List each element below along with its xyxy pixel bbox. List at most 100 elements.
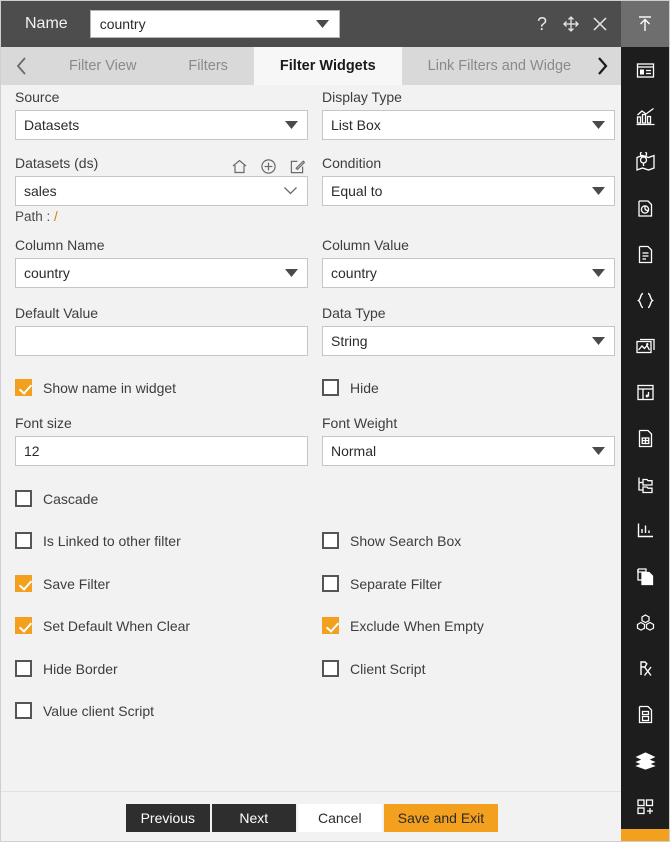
default-value-input[interactable] (15, 326, 308, 356)
prescription-icon[interactable] (621, 645, 669, 691)
field-font-weight: Font Weight Normal (322, 415, 615, 466)
checkbox-box[interactable] (322, 379, 339, 396)
data-type-value: String (323, 333, 368, 349)
checkbox-show-name-in-widget[interactable]: Show name in widget (15, 379, 176, 396)
checkbox-set-default-when-clear[interactable]: Set Default When Clear (15, 617, 190, 634)
display-type-value: List Box (323, 117, 381, 133)
field-condition: Condition Equal to (322, 155, 615, 206)
tab-scroll-left-button[interactable] (1, 47, 43, 85)
checkbox-label: Value client Script (43, 703, 154, 719)
checkbox-box[interactable] (322, 660, 339, 677)
checkbox-box[interactable] (322, 617, 339, 634)
close-icon[interactable] (591, 15, 609, 33)
previous-button[interactable]: Previous (126, 804, 210, 832)
checkbox-label: Cascade (43, 491, 98, 507)
checkbox-box[interactable] (15, 702, 32, 719)
checkbox-hide-border[interactable]: Hide Border (15, 660, 118, 677)
font-weight-value: Normal (323, 443, 376, 459)
checkbox-exclude-when-empty[interactable]: Exclude When Empty (322, 617, 484, 634)
checkbox-client-script[interactable]: Client Script (322, 660, 425, 677)
cancel-button[interactable]: Cancel (298, 804, 382, 832)
path-label: Path : (15, 209, 50, 224)
copy-page-icon[interactable] (621, 553, 669, 599)
chart-analytics-icon[interactable] (621, 93, 669, 139)
document-data-icon[interactable] (621, 415, 669, 461)
column-value-value: country (323, 265, 377, 281)
checkbox-show-search-box[interactable]: Show Search Box (322, 532, 461, 549)
cubes-icon[interactable] (621, 599, 669, 645)
tree-folder-icon[interactable] (621, 461, 669, 507)
column-name-label: Column Name (15, 237, 308, 253)
display-type-select[interactable]: List Box (322, 110, 615, 140)
right-toolbar (621, 1, 669, 842)
add-widget-icon[interactable] (621, 783, 669, 829)
code-braces-icon[interactable] (621, 277, 669, 323)
report-pie-icon[interactable] (621, 185, 669, 231)
data-type-select[interactable]: String (322, 326, 615, 356)
tab-filters[interactable]: Filters (162, 47, 253, 85)
chevron-down-icon (592, 442, 605, 460)
checkbox-box[interactable] (15, 379, 32, 396)
document-icon[interactable] (621, 231, 669, 277)
checkbox-is-linked-to-other-filter[interactable]: Is Linked to other filter (15, 532, 181, 549)
tab-filter-view[interactable]: Filter View (43, 47, 162, 85)
map-pin-icon[interactable] (621, 139, 669, 185)
chevron-down-icon (285, 264, 298, 282)
datasets-select[interactable]: sales (15, 176, 308, 206)
add-circle-icon[interactable] (260, 158, 277, 175)
next-button[interactable]: Next (212, 804, 296, 832)
checkbox-box[interactable] (322, 575, 339, 592)
image-gallery-icon[interactable] (621, 323, 669, 369)
bar-chart-icon[interactable] (621, 507, 669, 553)
edit-icon[interactable] (289, 158, 306, 175)
column-name-value: country (16, 265, 70, 281)
chevron-down-icon (592, 182, 605, 200)
filter-widgets-dialog: Name country ? (0, 0, 670, 842)
document-save-icon[interactable] (621, 691, 669, 737)
dashboard-icon[interactable] (621, 47, 669, 93)
name-label: Name (25, 15, 68, 33)
collapse-up-icon[interactable] (621, 1, 669, 47)
font-size-input[interactable]: 12 (15, 436, 308, 466)
checkbox-hide[interactable]: Hide (322, 379, 379, 396)
checkbox-separate-filter[interactable]: Separate Filter (322, 575, 442, 592)
column-name-select[interactable]: country (15, 258, 308, 288)
checkbox-label: Separate Filter (350, 576, 442, 592)
checkbox-box[interactable] (15, 617, 32, 634)
path-value: / (54, 209, 58, 224)
font-weight-select[interactable]: Normal (322, 436, 615, 466)
save-and-exit-button[interactable]: Save and Exit (384, 804, 498, 832)
tab-label: Link Filters and Widge (428, 58, 571, 74)
condition-label: Condition (322, 155, 615, 171)
checkbox-label: Show name in widget (43, 380, 176, 396)
layers-icon[interactable] (621, 737, 669, 783)
dataset-path: Path : / (15, 209, 308, 224)
checkbox-box[interactable] (322, 532, 339, 549)
checkbox-box[interactable] (15, 532, 32, 549)
chevron-down-icon (592, 332, 605, 350)
checkbox-box[interactable] (15, 575, 32, 592)
source-value: Datasets (16, 117, 79, 133)
checkbox-value-client-script[interactable]: Value client Script (15, 702, 154, 719)
source-select[interactable]: Datasets (15, 110, 308, 140)
chevron-down-icon (285, 116, 298, 134)
tab-filter-widgets[interactable]: Filter Widgets (254, 47, 402, 85)
name-input[interactable]: country (90, 10, 340, 38)
checkbox-box[interactable] (15, 490, 32, 507)
name-input-value: country (91, 16, 146, 32)
checkbox-save-filter[interactable]: Save Filter (15, 575, 110, 592)
checkbox-cascade[interactable]: Cascade (15, 490, 98, 507)
condition-select[interactable]: Equal to (322, 176, 615, 206)
field-column-name: Column Name country (15, 237, 308, 288)
column-value-select[interactable]: country (322, 258, 615, 288)
dialog-header: Name country ? (1, 1, 623, 47)
table-insert-icon[interactable] (621, 369, 669, 415)
home-icon[interactable] (231, 158, 248, 175)
collapse-down-icon[interactable] (621, 829, 669, 842)
tab-scroll-right-button[interactable] (581, 47, 623, 85)
move-icon[interactable] (562, 15, 580, 33)
help-icon[interactable]: ? (533, 14, 551, 34)
checkbox-box[interactable] (15, 660, 32, 677)
tab-link-filters-and-widgets[interactable]: Link Filters and Widge (402, 47, 571, 85)
datasets-label: Datasets (ds) (15, 155, 98, 171)
